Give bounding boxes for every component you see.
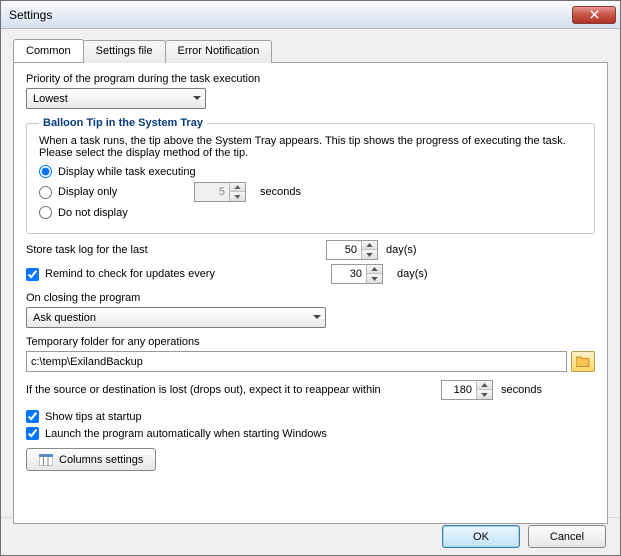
priority-value: Lowest xyxy=(33,93,68,105)
close-button[interactable] xyxy=(572,6,616,24)
content-area: Common Settings file Error Notification … xyxy=(1,29,620,534)
chevron-down-icon xyxy=(193,96,201,101)
showtips-checkbox[interactable] xyxy=(26,410,39,423)
updates-input[interactable] xyxy=(332,265,366,283)
browse-button[interactable] xyxy=(571,351,595,372)
onclose-value: Ask question xyxy=(33,312,96,324)
spinner-buttons xyxy=(229,183,245,201)
reappear-spinner[interactable] xyxy=(441,380,493,400)
radio-displayonly[interactable] xyxy=(39,186,52,199)
storelog-spinner[interactable] xyxy=(326,240,378,260)
displayonly-seconds-input[interactable] xyxy=(195,183,229,201)
updates-spinner[interactable] xyxy=(331,264,383,284)
showtips-label: Show tips at startup xyxy=(45,411,142,423)
balloon-opt-none[interactable]: Do not display xyxy=(39,206,582,219)
onclose-label: On closing the program xyxy=(26,292,595,304)
radio-executing[interactable] xyxy=(39,165,52,178)
radio-none[interactable] xyxy=(39,206,52,219)
spin-down-icon[interactable] xyxy=(367,274,382,283)
onclose-select[interactable]: Ask question xyxy=(26,307,326,328)
folder-icon xyxy=(576,356,590,367)
columns-settings-label: Columns settings xyxy=(59,454,143,466)
spin-down-icon[interactable] xyxy=(362,250,377,259)
storelog-input[interactable] xyxy=(327,241,361,259)
titlebar: Settings xyxy=(1,1,620,29)
tempfolder-label: Temporary folder for any operations xyxy=(26,336,595,348)
spin-up-icon[interactable] xyxy=(230,183,245,192)
displayonly-unit: seconds xyxy=(260,186,301,198)
spin-up-icon[interactable] xyxy=(477,381,492,390)
updates-checkbox[interactable] xyxy=(26,268,39,281)
spin-up-icon[interactable] xyxy=(362,241,377,250)
updates-unit: day(s) xyxy=(397,268,428,280)
cancel-button[interactable]: Cancel xyxy=(528,525,606,548)
priority-label: Priority of the program during the task … xyxy=(26,73,595,85)
reappear-unit: seconds xyxy=(501,384,542,396)
tab-error-notification[interactable]: Error Notification xyxy=(165,40,273,63)
displayonly-seconds-spinner[interactable] xyxy=(194,182,246,202)
window-title: Settings xyxy=(9,8,572,22)
autostart-label: Launch the program automatically when st… xyxy=(45,428,327,440)
columns-settings-button[interactable]: Columns settings xyxy=(26,448,156,471)
spin-up-icon[interactable] xyxy=(367,265,382,274)
balloon-group: Balloon Tip in the System Tray When a ta… xyxy=(26,117,595,234)
reappear-input[interactable] xyxy=(442,381,476,399)
tab-strip: Common Settings file Error Notification xyxy=(13,39,608,62)
radio-displayonly-label: Display only xyxy=(58,186,188,198)
spin-down-icon[interactable] xyxy=(477,390,492,399)
tempfolder-input[interactable] xyxy=(26,351,567,372)
storelog-unit: day(s) xyxy=(386,244,417,256)
columns-icon xyxy=(39,454,53,466)
priority-select[interactable]: Lowest xyxy=(26,88,206,109)
spinner-buttons xyxy=(366,265,382,283)
ok-button[interactable]: OK xyxy=(442,525,520,548)
close-icon xyxy=(590,10,599,19)
storelog-label: Store task log for the last xyxy=(26,244,326,256)
balloon-legend: Balloon Tip in the System Tray xyxy=(39,117,207,129)
radio-executing-label: Display while task executing xyxy=(58,166,196,178)
tab-settings-file[interactable]: Settings file xyxy=(83,40,166,63)
balloon-opt-displayonly[interactable]: Display only seconds xyxy=(39,182,582,202)
radio-none-label: Do not display xyxy=(58,207,128,219)
autostart-checkbox[interactable] xyxy=(26,427,39,440)
spinner-buttons xyxy=(476,381,492,399)
reappear-label: If the source or destination is lost (dr… xyxy=(26,384,441,396)
settings-dialog: Settings Common Settings file Error Noti… xyxy=(0,0,621,556)
updates-label: Remind to check for updates every xyxy=(45,268,325,280)
tab-panel-common: Priority of the program during the task … xyxy=(13,62,608,524)
balloon-opt-executing[interactable]: Display while task executing xyxy=(39,165,582,178)
chevron-down-icon xyxy=(313,315,321,320)
balloon-desc: When a task runs, the tip above the Syst… xyxy=(39,135,582,159)
spin-down-icon[interactable] xyxy=(230,192,245,201)
tab-common[interactable]: Common xyxy=(13,39,84,62)
spinner-buttons xyxy=(361,241,377,259)
